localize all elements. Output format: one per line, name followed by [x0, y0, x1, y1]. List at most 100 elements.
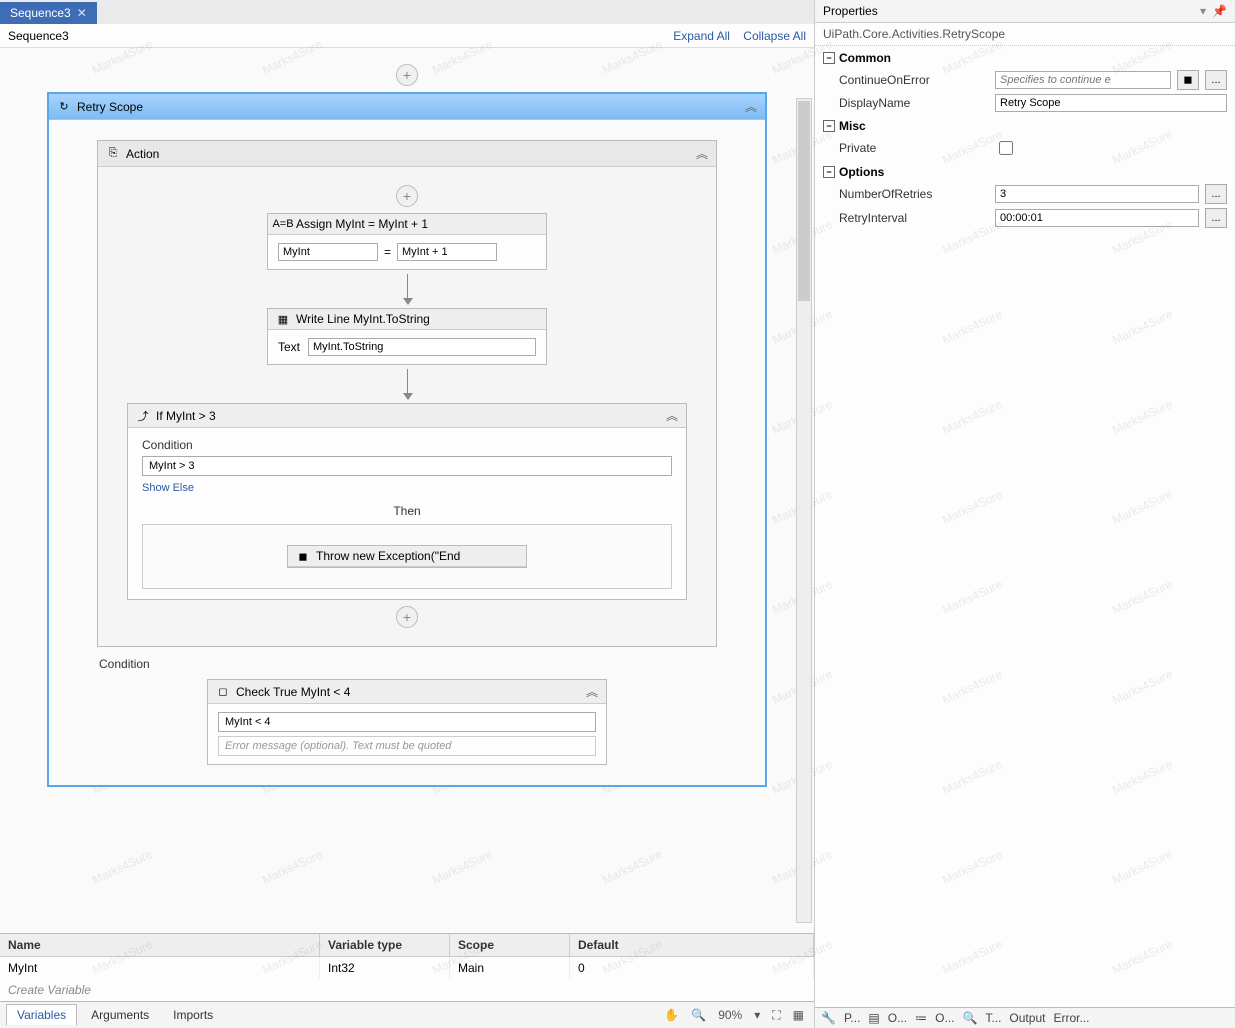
equals-label: =	[384, 245, 391, 259]
action-container[interactable]: ⎘ Action ︽ + A=B Assign MyInt = MyInt + …	[97, 140, 717, 647]
wrench-icon[interactable]: 🔧	[821, 1011, 836, 1025]
col-scope-header[interactable]: Scope	[450, 934, 570, 956]
create-variable-link[interactable]: Create Variable	[0, 979, 814, 1001]
col-type-header[interactable]: Variable type	[320, 934, 450, 956]
tab-arguments[interactable]: Arguments	[81, 1005, 159, 1025]
group-options-label: Options	[839, 165, 884, 179]
panel-output[interactable]: Output	[1009, 1011, 1045, 1025]
retry-scope-activity[interactable]: ↻ Retry Scope ︽ ⎘ Action ︽ +	[47, 92, 767, 787]
private-checkbox[interactable]	[999, 141, 1013, 155]
group-misc-header[interactable]: − Misc	[819, 116, 1231, 136]
throw-header[interactable]: ◼ Throw new Exception("End	[288, 546, 526, 567]
throw-activity[interactable]: ◼ Throw new Exception("End	[287, 545, 527, 568]
continue-on-error-picker[interactable]: ◼	[1177, 70, 1199, 90]
overview-icon[interactable]: ▦	[793, 1008, 804, 1022]
collapse-box-icon[interactable]: −	[823, 52, 835, 64]
fit-to-screen-icon[interactable]: ⛶	[772, 1008, 780, 1023]
then-label: Then	[142, 504, 672, 518]
assign-to-input[interactable]	[278, 243, 378, 261]
properties-title: Properties	[823, 4, 878, 18]
tab-imports[interactable]: Imports	[163, 1005, 223, 1025]
if-condition-input[interactable]	[142, 456, 672, 476]
assign-header[interactable]: A=B Assign MyInt = MyInt + 1	[268, 214, 546, 235]
number-of-retries-ellipsis[interactable]: ...	[1205, 184, 1227, 204]
var-default-cell[interactable]: 0	[570, 957, 814, 979]
dropdown-icon[interactable]: ▾	[1200, 4, 1206, 18]
retry-scope-header[interactable]: ↻ Retry Scope ︽	[49, 94, 765, 120]
col-default-header[interactable]: Default	[570, 934, 814, 956]
writeline-activity[interactable]: ▦ Write Line MyInt.ToString Text	[267, 308, 547, 365]
pin-icon[interactable]: 📌	[1212, 4, 1227, 18]
add-activity-button[interactable]: +	[396, 185, 418, 207]
display-name-input[interactable]	[995, 94, 1227, 112]
continue-on-error-label: ContinueOnError	[839, 73, 989, 87]
properties-panel-header[interactable]: Properties ▾ 📌	[815, 0, 1235, 23]
number-of-retries-input[interactable]	[995, 185, 1199, 203]
variable-row[interactable]: MyInt Int32 Main 0	[0, 957, 814, 979]
assign-value-input[interactable]	[397, 243, 497, 261]
breadcrumb-bar: Sequence3 Expand All Collapse All	[0, 24, 814, 48]
show-else-link[interactable]: Show Else	[142, 482, 672, 494]
col-name-header[interactable]: Name	[0, 934, 320, 956]
checktrue-header[interactable]: ◻ Check True MyInt < 4 ︽	[208, 680, 606, 704]
add-activity-button[interactable]: +	[396, 606, 418, 628]
group-common-label: Common	[839, 51, 891, 65]
tab-sequence3[interactable]: Sequence3 ✕	[0, 2, 97, 24]
zoom-level[interactable]: 90%	[718, 1008, 742, 1022]
group-common-header[interactable]: − Common	[819, 48, 1231, 68]
collapse-icon[interactable]: ︽	[666, 407, 678, 424]
pan-icon[interactable]: ✋	[664, 1008, 679, 1022]
if-header[interactable]: ⤴ If MyInt > 3 ︽	[128, 404, 686, 428]
retry-interval-ellipsis[interactable]: ...	[1205, 208, 1227, 228]
var-type-cell[interactable]: Int32	[320, 957, 450, 979]
var-scope-cell[interactable]: Main	[450, 957, 570, 979]
collapse-icon[interactable]: ︽	[745, 98, 757, 115]
if-title: If MyInt > 3	[156, 409, 216, 423]
panel-o-icon[interactable]: ▤	[868, 1011, 879, 1025]
panel-outline-icon[interactable]: ≔	[915, 1011, 927, 1025]
collapse-box-icon[interactable]: −	[823, 120, 835, 132]
close-icon[interactable]: ✕	[77, 6, 87, 20]
panel-t[interactable]: T...	[985, 1011, 1001, 1025]
zoom-dropdown-icon[interactable]: ▾	[754, 1008, 760, 1022]
if-icon: ⤴	[136, 409, 150, 423]
retry-scope-title: Retry Scope	[77, 100, 143, 114]
flow-arrow	[407, 274, 408, 304]
checktrue-activity[interactable]: ◻ Check True MyInt < 4 ︽ Error message (…	[207, 679, 607, 765]
scrollbar-thumb[interactable]	[798, 101, 810, 301]
var-name-cell[interactable]: MyInt	[0, 957, 320, 979]
collapse-box-icon[interactable]: −	[823, 166, 835, 178]
throw-title: Throw new Exception("End	[316, 549, 460, 563]
checktrue-error-placeholder[interactable]: Error message (optional). Text must be q…	[218, 736, 596, 756]
panel-o1[interactable]: O...	[888, 1011, 907, 1025]
action-header[interactable]: ⎘ Action ︽	[98, 141, 716, 167]
writeline-text-input[interactable]	[308, 338, 536, 356]
panel-o2[interactable]: O...	[935, 1011, 954, 1025]
breadcrumb[interactable]: Sequence3	[8, 29, 69, 43]
retry-interval-input[interactable]	[995, 209, 1199, 227]
continue-on-error-input[interactable]	[995, 71, 1171, 89]
add-activity-button-top[interactable]: +	[396, 64, 418, 86]
zoom-icon[interactable]: 🔍	[691, 1008, 706, 1022]
continue-on-error-ellipsis[interactable]: ...	[1205, 70, 1227, 90]
properties-body: − Common ContinueOnError ◼ ... DisplayNa…	[815, 46, 1235, 234]
panel-t-icon[interactable]: 🔍	[962, 1011, 977, 1025]
if-activity[interactable]: ⤴ If MyInt > 3 ︽ Condition Show Else The…	[127, 403, 687, 600]
collapse-icon[interactable]: ︽	[696, 145, 708, 162]
group-options-header[interactable]: − Options	[819, 162, 1231, 182]
retry-interval-label: RetryInterval	[839, 211, 989, 225]
panel-error[interactable]: Error...	[1053, 1011, 1089, 1025]
checktrue-icon: ◻	[216, 685, 230, 699]
collapse-icon[interactable]: ︽	[586, 683, 598, 700]
collapse-all-link[interactable]: Collapse All	[743, 29, 806, 43]
writeline-title: Write Line MyInt.ToString	[296, 312, 430, 326]
assign-activity[interactable]: A=B Assign MyInt = MyInt + 1 =	[267, 213, 547, 270]
vertical-scrollbar[interactable]	[796, 98, 812, 923]
expand-all-link[interactable]: Expand All	[673, 29, 730, 43]
panel-p[interactable]: P...	[844, 1011, 860, 1025]
then-container[interactable]: ◼ Throw new Exception("End	[142, 524, 672, 589]
checktrue-expression-input[interactable]	[218, 712, 596, 732]
writeline-header[interactable]: ▦ Write Line MyInt.ToString	[268, 309, 546, 330]
workflow-designer[interactable]: + ↻ Retry Scope ︽ ⎘ Action ︽	[0, 48, 814, 933]
tab-variables[interactable]: Variables	[6, 1004, 77, 1026]
